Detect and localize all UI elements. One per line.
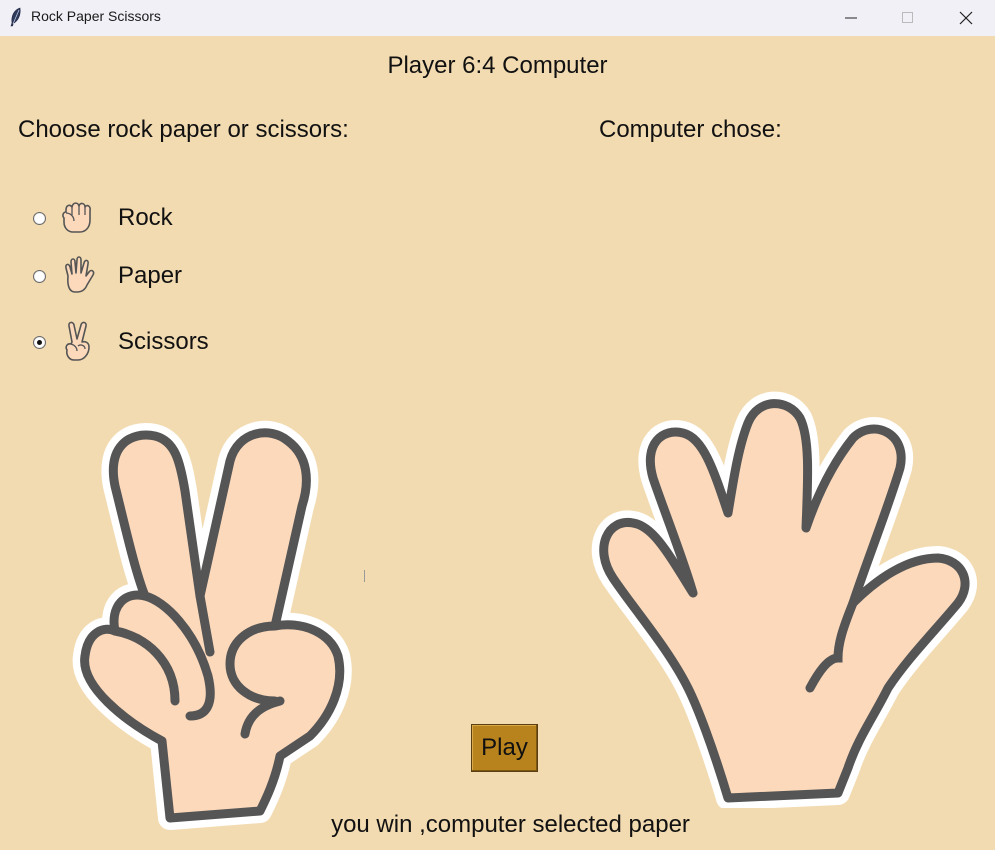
maximize-icon xyxy=(902,12,913,23)
minimize-icon xyxy=(845,17,857,19)
scissors-label: Scissors xyxy=(118,328,209,355)
rock-radio[interactable] xyxy=(33,211,46,225)
result-message: you win ,computer selected paper xyxy=(331,811,690,838)
scissors-hand-icon xyxy=(65,321,90,361)
rock-hand-icon xyxy=(62,202,91,233)
maximize-button[interactable] xyxy=(879,0,937,36)
choice-prompt: Choose rock paper or scissors: xyxy=(18,116,349,143)
paper-hand-icon xyxy=(65,256,95,293)
rock-label: Rock xyxy=(118,204,173,231)
score-label: Player 6:4 Computer xyxy=(387,52,608,79)
option-paper[interactable]: Paper xyxy=(30,254,182,298)
close-button[interactable] xyxy=(937,0,995,36)
computer-choice-paper-image xyxy=(591,391,977,808)
option-scissors[interactable]: Scissors xyxy=(30,320,209,364)
app-window: Rock Paper Scissors Player 6:4 Computer … xyxy=(0,0,995,850)
divider-mark xyxy=(364,570,365,582)
paper-radio[interactable] xyxy=(33,269,46,283)
option-rock[interactable]: Rock xyxy=(30,196,173,240)
scissors-radio[interactable] xyxy=(33,335,46,349)
computer-choice-label: Computer chose: xyxy=(599,116,782,143)
player-choice-scissors-image xyxy=(72,420,352,830)
close-icon xyxy=(959,11,973,25)
minimize-button[interactable] xyxy=(822,0,880,36)
play-button[interactable]: Play xyxy=(471,724,538,772)
game-area: Player 6:4 Computer Choose rock paper or… xyxy=(0,36,995,850)
paper-label: Paper xyxy=(118,262,183,289)
window-title: Rock Paper Scissors xyxy=(31,8,161,24)
feather-icon xyxy=(10,7,21,27)
title-bar[interactable]: Rock Paper Scissors xyxy=(0,0,995,36)
